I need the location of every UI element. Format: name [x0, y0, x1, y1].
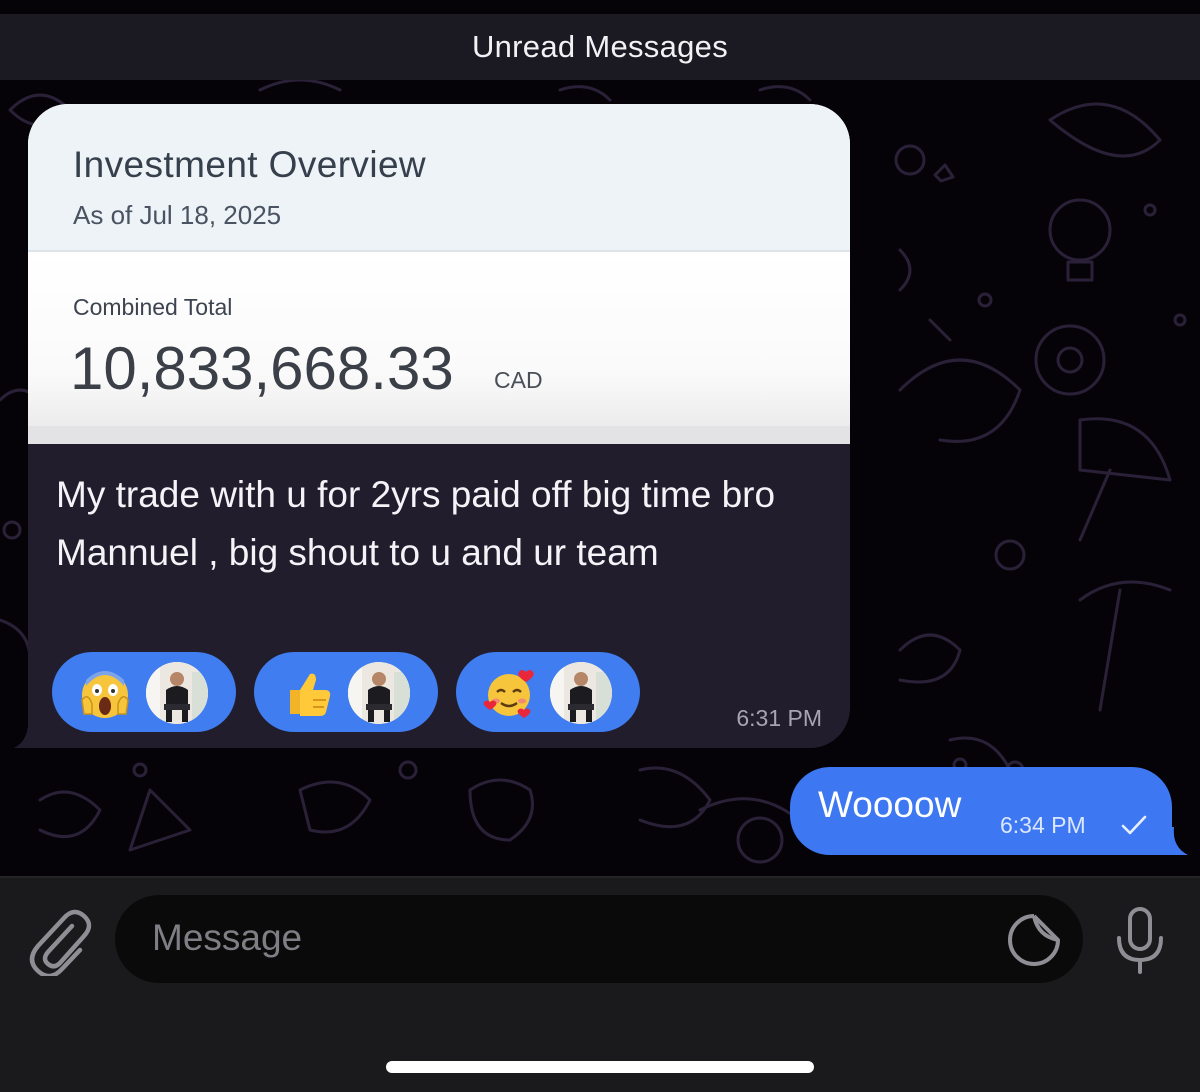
sticker-icon[interactable]	[1005, 911, 1063, 969]
incoming-message-bubble[interactable]: Investment Overview As of Jul 18, 2025 C…	[28, 104, 850, 748]
combined-total-card: Combined Total 10,833,668.33 CAD	[28, 252, 850, 426]
combined-total-label: Combined Total	[73, 294, 233, 320]
reactor-avatar	[146, 662, 208, 724]
home-indicator	[386, 1061, 814, 1073]
thumbs-up-emoji	[290, 673, 331, 716]
microphone-icon[interactable]	[1110, 906, 1170, 976]
reaction-thumbs-up[interactable]	[254, 652, 438, 732]
paperclip-icon[interactable]	[26, 906, 92, 976]
outgoing-message-text: Woooow	[818, 784, 962, 825]
outgoing-message-time: 6:34 PM	[1000, 812, 1086, 838]
single-check-icon	[1121, 815, 1147, 835]
message-input[interactable]: Message	[115, 895, 1083, 983]
reactor-avatar	[348, 662, 410, 724]
investment-screenshot-image[interactable]: Investment Overview As of Jul 18, 2025 C…	[28, 104, 850, 444]
incoming-message-time: 6:31 PM	[736, 705, 822, 731]
unread-messages-divider: Unread Messages	[0, 14, 1200, 80]
unread-messages-label: Unread Messages	[471, 29, 729, 64]
message-placeholder: Message	[152, 917, 303, 958]
chat-screen: Unread Messages Investment Overview As o…	[0, 0, 1200, 1092]
reactions-row	[52, 652, 640, 732]
message-composer: Message	[0, 876, 1200, 1092]
screaming-face-emoji	[81, 671, 129, 718]
currency-label: CAD	[494, 367, 543, 393]
screenshot-header: Investment Overview As of Jul 18, 2025	[28, 104, 850, 252]
outgoing-message-bubble[interactable]: Woooow 6:34 PM	[790, 767, 1172, 855]
smiling-face-with-hearts-emoji	[483, 670, 534, 718]
as-of-date: As of Jul 18, 2025	[73, 200, 282, 230]
reactor-avatar	[550, 662, 612, 724]
reaction-screaming-face[interactable]	[52, 652, 236, 732]
reaction-smiling-face-hearts[interactable]	[456, 652, 640, 732]
investment-overview-title: Investment Overview	[73, 144, 427, 185]
incoming-message-text: My trade with u for 2yrs paid off big ti…	[56, 474, 776, 573]
combined-total-value: 10,833,668.33	[70, 335, 454, 402]
screenshot-footer-strip	[28, 426, 850, 444]
